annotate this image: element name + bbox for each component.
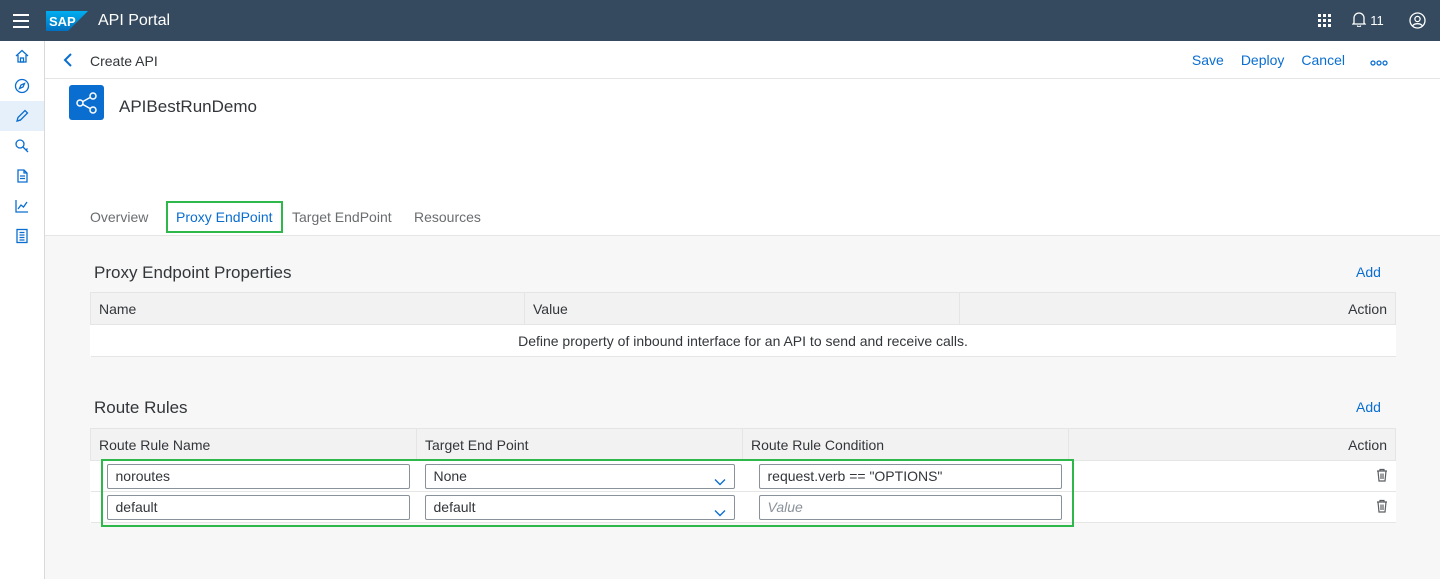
column-header-name[interactable]: Name: [90, 292, 525, 325]
target-end-point-select[interactable]: None: [424, 463, 735, 489]
user-avatar-icon[interactable]: [1394, 0, 1440, 41]
empty-table-text: Define property of inbound interface for…: [90, 324, 1396, 357]
route-rule-condition-input[interactable]: request.verb == "OPTIONS": [758, 463, 1062, 489]
page-toolbar: Create API Save Deploy Cancel: [45, 41, 1440, 79]
home-icon[interactable]: [0, 41, 44, 71]
develop-pencil-icon[interactable]: [0, 101, 44, 131]
proxy-properties-title: Proxy Endpoint Properties: [94, 263, 292, 282]
target-end-point-value: default: [433, 498, 476, 515]
hamburger-menu-icon[interactable]: [0, 0, 44, 41]
target-end-point-select[interactable]: default: [424, 494, 735, 520]
configure-key-icon[interactable]: [0, 131, 44, 161]
route-rule-name-input[interactable]: default: [106, 494, 410, 520]
delete-trash-icon[interactable]: [1376, 499, 1388, 513]
delete-trash-icon[interactable]: [1376, 468, 1388, 482]
column-header-route-rule-condition[interactable]: Route Rule Condition: [742, 428, 1069, 461]
object-title: APIBestRunDemo: [119, 97, 257, 116]
analyze-chart-icon[interactable]: [0, 191, 44, 221]
sap-logo[interactable]: SAP: [46, 10, 88, 31]
target-end-point-value: None: [433, 467, 467, 484]
discover-compass-icon[interactable]: [0, 71, 44, 101]
more-options-icon[interactable]: [1370, 55, 1388, 66]
add-property-button[interactable]: Add: [1356, 264, 1381, 280]
column-header-target-end-point[interactable]: Target End Point: [416, 428, 743, 461]
proxy-properties-table: Name Value Action Define property of inb…: [90, 292, 1396, 357]
route-rules-title: Route Rules: [94, 398, 188, 417]
column-header-action: Action: [1068, 428, 1396, 461]
side-navigation: [0, 41, 45, 579]
column-header-value[interactable]: Value: [524, 292, 960, 325]
monitor-list-icon[interactable]: [0, 221, 44, 251]
tab-resources[interactable]: Resources: [414, 201, 481, 233]
route-rules-table: Route Rule Name Target End Point Route R…: [90, 428, 1396, 523]
add-route-rule-button[interactable]: Add: [1356, 399, 1381, 415]
table-row: noroutes None request.verb == "OPTIONS": [90, 460, 1396, 492]
column-header-route-rule-name[interactable]: Route Rule Name: [90, 428, 417, 461]
chevron-down-icon: [714, 502, 726, 516]
route-rule-name-input[interactable]: noroutes: [106, 463, 410, 489]
tab-target-endpoint[interactable]: Target EndPoint: [292, 201, 392, 233]
api-share-icon: [69, 85, 104, 120]
deploy-button[interactable]: Deploy: [1241, 52, 1285, 68]
product-switch-icon[interactable]: [1308, 0, 1342, 41]
notification-count: 11: [1370, 13, 1384, 28]
back-arrow-icon[interactable]: [59, 51, 77, 69]
app-title: API Portal: [98, 11, 171, 29]
column-header-action: Action: [959, 292, 1396, 325]
route-rule-condition-input[interactable]: Value: [758, 494, 1062, 520]
bell-icon: [1351, 11, 1367, 30]
object-header: Create API Save Deploy Cancel APIBestRun…: [45, 41, 1440, 236]
save-button[interactable]: Save: [1192, 52, 1224, 68]
cancel-button[interactable]: Cancel: [1301, 52, 1345, 68]
page-title: Create API: [90, 53, 158, 69]
tab-proxy-endpoint[interactable]: Proxy EndPoint: [166, 201, 283, 233]
test-document-icon[interactable]: [0, 161, 44, 191]
shell-bar: SAP API Portal 11: [0, 0, 1440, 41]
chevron-down-icon: [714, 471, 726, 485]
table-row: default default Value: [90, 491, 1396, 523]
notifications-button[interactable]: 11: [1342, 0, 1394, 41]
svg-text:SAP: SAP: [49, 14, 76, 29]
tab-overview[interactable]: Overview: [90, 201, 148, 233]
